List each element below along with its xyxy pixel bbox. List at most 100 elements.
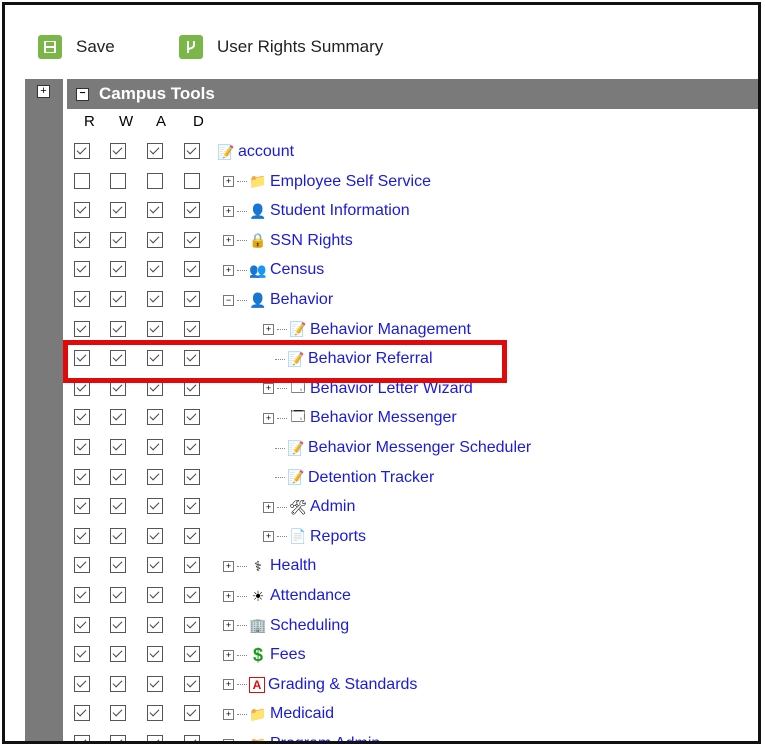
rights-checkbox-w[interactable] [110, 409, 126, 425]
rights-checkbox-d[interactable] [184, 232, 200, 248]
rights-checkbox-a[interactable] [147, 202, 163, 218]
tree-node-label[interactable]: SSN Rights [270, 232, 353, 250]
tree-node[interactable]: +☀Attendance [223, 581, 351, 611]
rights-checkbox-w[interactable] [110, 676, 126, 692]
expand-icon[interactable]: + [223, 650, 234, 661]
expand-icon[interactable]: + [263, 413, 274, 424]
tree-node-label[interactable]: Behavior Messenger [310, 409, 457, 427]
expand-icon[interactable]: + [263, 531, 274, 542]
rights-checkbox-a[interactable] [147, 735, 163, 744]
tree-node[interactable]: +🏢Scheduling [223, 611, 349, 641]
rights-checkbox-r[interactable] [74, 646, 90, 662]
rights-checkbox-d[interactable] [184, 439, 200, 455]
rights-checkbox-d[interactable] [184, 261, 200, 277]
rights-checkbox-w[interactable] [110, 498, 126, 514]
rights-checkbox-a[interactable] [147, 143, 163, 159]
expand-icon[interactable]: + [37, 85, 50, 98]
tree-node[interactable]: 📝Behavior Messenger Scheduler [263, 433, 531, 463]
rights-checkbox-a[interactable] [147, 676, 163, 692]
rights-checkbox-d[interactable] [184, 705, 200, 721]
tree-node-label[interactable]: Student Information [270, 202, 410, 220]
rights-checkbox-d[interactable] [184, 409, 200, 425]
rights-checkbox-d[interactable] [184, 498, 200, 514]
rights-checkbox-r[interactable] [74, 469, 90, 485]
rights-checkbox-w[interactable] [110, 587, 126, 603]
rights-checkbox-w[interactable] [110, 143, 126, 159]
rights-checkbox-a[interactable] [147, 439, 163, 455]
rights-checkbox-d[interactable] [184, 587, 200, 603]
expand-icon[interactable]: + [223, 739, 234, 744]
rights-checkbox-d[interactable] [184, 291, 200, 307]
rights-checkbox-w[interactable] [110, 617, 126, 633]
rights-checkbox-r[interactable] [74, 173, 90, 189]
rights-checkbox-a[interactable] [147, 321, 163, 337]
tree-node[interactable]: +📄Reports [263, 522, 366, 552]
expand-icon[interactable]: + [223, 265, 234, 276]
tree-node-label[interactable]: Behavior Messenger Scheduler [308, 439, 531, 457]
rights-checkbox-r[interactable] [74, 617, 90, 633]
rights-checkbox-d[interactable] [184, 646, 200, 662]
rights-checkbox-r[interactable] [74, 291, 90, 307]
tree-node[interactable]: +$Fees [223, 640, 306, 670]
rights-checkbox-r[interactable] [74, 587, 90, 603]
rights-checkbox-w[interactable] [110, 173, 126, 189]
rights-checkbox-a[interactable] [147, 705, 163, 721]
tree-node-label[interactable]: Grading & Standards [268, 676, 417, 694]
expand-icon[interactable]: + [223, 206, 234, 217]
rights-checkbox-a[interactable] [147, 498, 163, 514]
tree-node[interactable]: +🛠Admin [263, 492, 355, 522]
expand-icon[interactable]: + [223, 709, 234, 720]
collapse-icon[interactable]: − [223, 295, 234, 306]
expand-icon[interactable]: + [223, 561, 234, 572]
tree-node-label[interactable]: Health [270, 557, 316, 575]
tree-node-label[interactable]: Behavior Management [310, 321, 471, 339]
rights-checkbox-a[interactable] [147, 587, 163, 603]
rights-checkbox-a[interactable] [147, 646, 163, 662]
rights-checkbox-r[interactable] [74, 143, 90, 159]
tree-node-label[interactable]: account [238, 143, 294, 161]
rights-checkbox-r[interactable] [74, 202, 90, 218]
rights-checkbox-w[interactable] [110, 232, 126, 248]
tree-node-label[interactable]: Behavior [270, 291, 333, 309]
rights-checkbox-a[interactable] [147, 232, 163, 248]
rights-checkbox-d[interactable] [184, 676, 200, 692]
rights-checkbox-a[interactable] [147, 261, 163, 277]
tree-node[interactable]: +📁Employee Self Service [223, 167, 431, 197]
rights-checkbox-w[interactable] [110, 291, 126, 307]
tree-node-label[interactable]: Scheduling [270, 617, 349, 635]
expand-icon[interactable]: + [263, 383, 274, 394]
rights-checkbox-r[interactable] [74, 439, 90, 455]
tree-node-label[interactable]: Fees [270, 646, 306, 664]
tree-node-label[interactable]: Reports [310, 528, 366, 546]
tree-node-label[interactable]: Employee Self Service [270, 173, 431, 191]
rights-checkbox-d[interactable] [184, 173, 200, 189]
rights-checkbox-a[interactable] [147, 557, 163, 573]
rights-checkbox-r[interactable] [74, 409, 90, 425]
tree-node[interactable]: +🗔Behavior Messenger [263, 403, 457, 433]
rights-checkbox-r[interactable] [74, 528, 90, 544]
collapse-icon[interactable]: − [76, 88, 89, 101]
expand-icon[interactable]: + [223, 591, 234, 602]
rights-checkbox-a[interactable] [147, 409, 163, 425]
expand-icon[interactable]: + [263, 502, 274, 513]
rights-checkbox-w[interactable] [110, 557, 126, 573]
tree-node-label[interactable]: Census [270, 261, 324, 279]
tree-node[interactable]: 📝account [217, 137, 294, 167]
tree-node-label[interactable]: Admin [310, 498, 355, 516]
rights-checkbox-r[interactable] [74, 261, 90, 277]
tree-node-label[interactable]: Medicaid [270, 705, 334, 723]
tree-node-label[interactable]: Attendance [270, 587, 351, 605]
rights-checkbox-a[interactable] [147, 528, 163, 544]
tree-node[interactable]: +⚕Health [223, 551, 316, 581]
rights-checkbox-w[interactable] [110, 321, 126, 337]
rights-checkbox-w[interactable] [110, 439, 126, 455]
rights-checkbox-r[interactable] [74, 676, 90, 692]
expand-icon[interactable]: + [223, 176, 234, 187]
rights-checkbox-d[interactable] [184, 143, 200, 159]
rights-checkbox-r[interactable] [74, 557, 90, 573]
tree-node-label[interactable]: Detention Tracker [308, 469, 434, 487]
rights-checkbox-d[interactable] [184, 469, 200, 485]
rights-checkbox-r[interactable] [74, 735, 90, 744]
tree-node[interactable]: +🔒SSN Rights [223, 226, 353, 256]
rights-checkbox-a[interactable] [147, 173, 163, 189]
